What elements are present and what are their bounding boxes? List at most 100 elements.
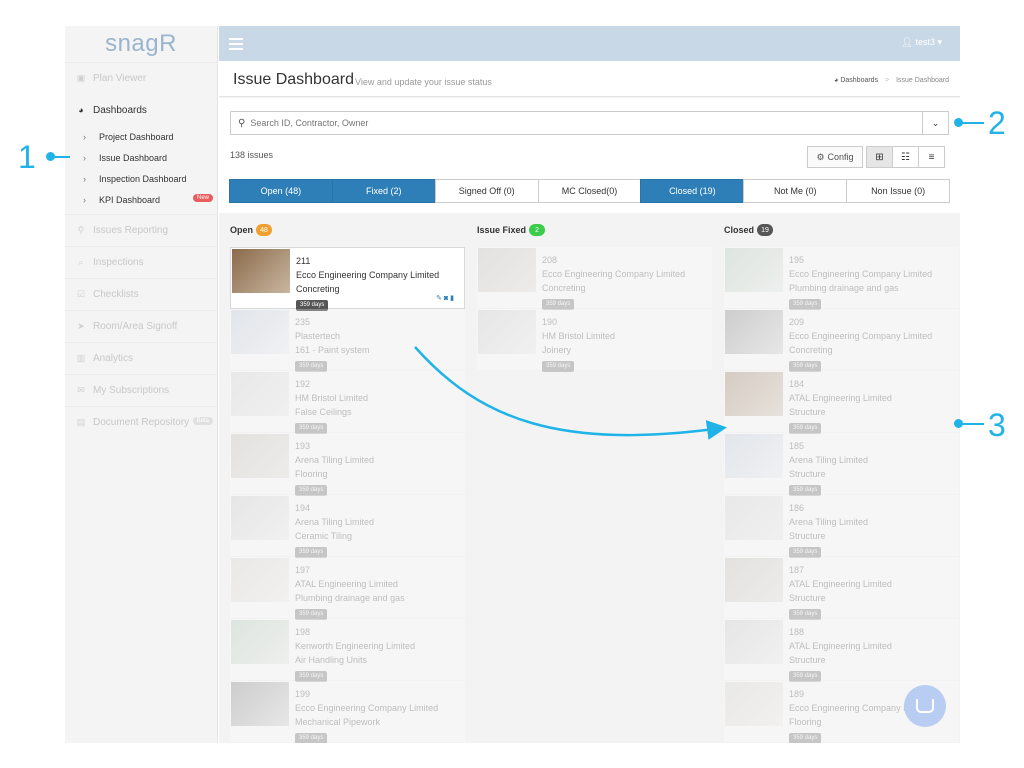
breadcrumb-separator: > bbox=[885, 77, 890, 84]
sidebar-subitem-project-dashboard[interactable]: › Project Dashboard bbox=[65, 126, 217, 147]
subitem-label: Issue Dashboard bbox=[99, 152, 168, 163]
issue-card[interactable]: 195 Ecco Engineering Company Limited Plumb… bbox=[724, 247, 959, 310]
subitem-label: KPI Dashboard bbox=[99, 194, 161, 205]
checklist-icon: ☑ bbox=[76, 289, 86, 299]
issue-card[interactable]: 193 Arena Tiling Limited Flooring 359 days bbox=[230, 433, 465, 496]
issue-photo bbox=[231, 372, 289, 416]
edit-icon[interactable]: ✎ bbox=[436, 295, 444, 302]
sidebar-item-room-area-signoff[interactable]: ➤ Room/Area Signoff bbox=[65, 310, 217, 342]
issue-trade: Structure bbox=[789, 655, 826, 665]
issue-card[interactable]: 186 Arena Tiling Limited Structure 359 days bbox=[724, 495, 959, 558]
issue-id: 192 bbox=[295, 379, 311, 389]
config-label: Config bbox=[827, 152, 854, 162]
issue-company: ATAL Engineering Limited bbox=[789, 393, 892, 403]
column-title: Issue Fixed bbox=[477, 225, 527, 235]
issue-card[interactable]: 194 Arena Tiling Limited Ceramic Tiling 359… bbox=[230, 495, 465, 558]
issue-card[interactable]: 209 Ecco Engineering Company Limited Concr… bbox=[724, 309, 959, 372]
issue-card[interactable]: 192 HM Bristol Limited False Ceilings 359 d… bbox=[230, 371, 465, 434]
issue-details: 195 Ecco Engineering Company Limited Plumb… bbox=[789, 253, 953, 310]
column-count-badge: 48 bbox=[256, 224, 273, 236]
issue-card[interactable]: 208 Ecco Engineering Company Limited Concr… bbox=[477, 247, 712, 310]
issue-photo bbox=[478, 310, 536, 354]
card-actions: ✎◙▮ bbox=[436, 294, 456, 302]
issue-card[interactable]: 188 ATAL Engineering Limited Structure 359 … bbox=[724, 619, 959, 682]
search-dropdown-button[interactable]: ⌄ bbox=[922, 112, 948, 134]
sidebar-subitem-issue-dashboard[interactable]: › Issue Dashboard bbox=[65, 147, 217, 168]
search-input[interactable] bbox=[250, 118, 922, 128]
annotation-2-dot bbox=[954, 118, 963, 127]
issue-trade: Structure bbox=[789, 469, 826, 479]
hamburger-menu-icon[interactable] bbox=[229, 38, 243, 53]
issue-age-badge: 359 days bbox=[789, 733, 822, 743]
issue-photo bbox=[231, 682, 289, 726]
sidebar: snagR ▣ Plan Viewer ◕ Dashboards › Proje… bbox=[65, 26, 218, 743]
issue-card[interactable]: 184 ATAL Engineering Limited Structure 359 … bbox=[724, 371, 959, 434]
search-bar: ⚲ ⌄ bbox=[230, 111, 949, 135]
sidebar-item-plan-viewer[interactable]: ▣ Plan Viewer bbox=[65, 62, 217, 94]
sidebar-subitem-kpi-dashboard[interactable]: › KPI Dashboard New bbox=[65, 189, 217, 210]
logo: snagR bbox=[105, 30, 177, 57]
issue-card[interactable]: 185 Arena Tiling Limited Structure 359 days bbox=[724, 433, 959, 496]
annotation-3-line bbox=[962, 423, 984, 425]
breadcrumb-link[interactable]: Dashboards bbox=[840, 77, 878, 84]
issue-photo bbox=[231, 434, 289, 478]
chat-launcher-button[interactable] bbox=[904, 685, 946, 727]
issue-card[interactable]: 211 Ecco Engineering Company Limited Concr… bbox=[230, 247, 465, 311]
page-title: Issue Dashboard bbox=[233, 71, 354, 88]
issue-card[interactable]: 235 Plastertech 161 - Paint system 359 days bbox=[230, 309, 465, 372]
issue-details: 188 ATAL Engineering Limited Structure 359 … bbox=[789, 625, 953, 682]
chevron-down-icon: ⌄ bbox=[931, 117, 940, 128]
issue-photo bbox=[725, 682, 783, 726]
sidebar-item-document-repository[interactable]: ▤ Document Repository Beta bbox=[65, 406, 217, 438]
app-window: snagR ▣ Plan Viewer ◕ Dashboards › Proje… bbox=[65, 26, 960, 743]
issue-trade: Structure bbox=[789, 407, 826, 417]
issue-photo bbox=[725, 620, 783, 664]
sidebar-item-issues-reporting[interactable]: ⚲ Issues Reporting bbox=[65, 214, 217, 246]
issue-id: 208 bbox=[542, 255, 558, 265]
tab-not-me[interactable]: Not Me (0) bbox=[743, 179, 848, 203]
sidebar-item-checklists[interactable]: ☑ Checklists bbox=[65, 278, 217, 310]
dashboard-icon: ◕ bbox=[78, 105, 84, 115]
issue-card[interactable]: 198 Kenworth Engineering Limited Air Handl… bbox=[230, 619, 465, 682]
issue-company: Arena Tiling Limited bbox=[295, 517, 375, 527]
mail-icon: ✉ bbox=[77, 385, 85, 395]
issue-details: 184 ATAL Engineering Limited Structure 359 … bbox=[789, 377, 953, 434]
search-icon: ⌕ bbox=[78, 257, 84, 267]
sidebar-item-analytics[interactable]: ▥ Analytics bbox=[65, 342, 217, 374]
annotation-3: 3 bbox=[988, 407, 1006, 443]
trash-icon[interactable]: ▮ bbox=[450, 295, 456, 302]
new-badge: New bbox=[192, 194, 213, 202]
sidebar-item-my-subscriptions[interactable]: ✉ My Subscriptions bbox=[65, 374, 217, 406]
issue-card[interactable]: 187 ATAL Engineering Limited Structure 359 … bbox=[724, 557, 959, 620]
tab-mc-closed[interactable]: MC Closed(0) bbox=[537, 179, 642, 203]
page-header: Issue Dashboard View and update your iss… bbox=[219, 61, 960, 97]
issue-trade: Concreting bbox=[542, 283, 586, 293]
issue-card[interactable]: 190 HM Bristol Limited Joinery 359 days bbox=[477, 309, 712, 372]
chevron-right-icon: › bbox=[83, 173, 86, 184]
tab-closed[interactable]: Closed (19) bbox=[640, 179, 745, 203]
issue-company: Ecco Engineering Company Limited bbox=[542, 269, 686, 279]
grid-view-button[interactable]: ⊞ bbox=[866, 146, 893, 168]
tab-fixed[interactable]: Fixed (2) bbox=[331, 179, 436, 203]
breadcrumb: ◕ Dashboards > Issue Dashboard bbox=[834, 77, 949, 84]
column-title: Open bbox=[230, 225, 254, 235]
issue-trade: Plumbing drainage and gas bbox=[295, 593, 405, 603]
tab-open[interactable]: Open (48) bbox=[229, 179, 333, 203]
issue-card[interactable]: 197 ATAL Engineering Limited Plumbing drai… bbox=[230, 557, 465, 620]
issue-details: 186 Arena Tiling Limited Structure 359 days bbox=[789, 501, 953, 558]
sidebar-subitem-inspection-dashboard[interactable]: › Inspection Dashboard bbox=[65, 168, 217, 189]
column-header: Closed 19 bbox=[724, 213, 959, 247]
compact-view-button[interactable]: ≡ bbox=[918, 146, 945, 168]
beta-badge: Beta bbox=[192, 417, 213, 425]
issue-card[interactable]: 199 Ecco Engineering Company Limited Mecha… bbox=[230, 681, 465, 743]
list-view-button[interactable]: ☷ bbox=[892, 146, 919, 168]
column-open: Open 48 211 Ecco Engineering Company Limite… bbox=[230, 213, 465, 743]
config-button[interactable]: ⚙ Config bbox=[807, 146, 863, 168]
issue-id: 209 bbox=[789, 317, 805, 327]
sidebar-item-inspections[interactable]: ⌕ Inspections bbox=[65, 246, 217, 278]
tab-non-issue[interactable]: Non Issue (0) bbox=[846, 179, 951, 203]
user-menu[interactable]: 👤︎ test3 ▾ bbox=[901, 37, 942, 48]
tab-signed-off[interactable]: Signed Off (0) bbox=[434, 179, 539, 203]
sidebar-item-dashboards[interactable]: ◕ Dashboards bbox=[65, 94, 217, 126]
issue-company: Plastertech bbox=[295, 331, 341, 341]
